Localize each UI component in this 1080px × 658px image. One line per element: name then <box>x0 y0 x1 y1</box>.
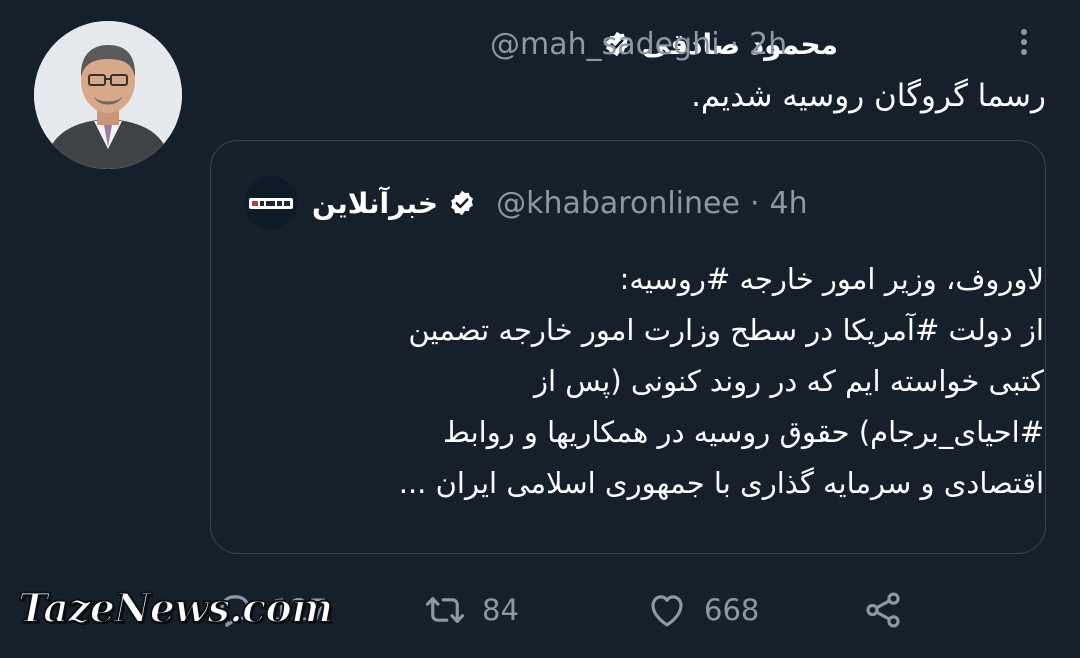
tweet-text: رسما گروگان روسیه شدیم. <box>691 78 1046 114</box>
retweet-icon <box>425 597 465 623</box>
tweet-time[interactable]: 2h <box>749 27 787 62</box>
quote-time[interactable]: 4h <box>770 186 808 221</box>
quote-text-line: #احیای_برجام) حقوق روسیه در همکاریها و ر… <box>443 415 1044 449</box>
author-handle[interactable]: @mah_sadeghi <box>490 27 720 62</box>
quote-author-avatar[interactable] <box>244 176 298 230</box>
share-icon <box>866 592 900 628</box>
quote-author-name[interactable]: خبرآنلاین <box>312 187 438 220</box>
meta-separator: · <box>749 185 760 221</box>
quote-text-line: لاوروف، وزیر امور خارجه #روسیه: <box>619 262 1044 296</box>
retweet-count: 84 <box>482 593 519 627</box>
watermark: TazeNews.com <box>17 584 334 633</box>
quote-author-handle[interactable]: @khabaronlinee <box>496 186 740 221</box>
like-icon <box>651 595 683 627</box>
khabaronline-logo <box>244 176 298 230</box>
tweet-meta: @mah_sadeghi · 2h <box>490 22 787 66</box>
verified-badge-icon <box>448 189 476 217</box>
quote-text: لاوروف، وزیر امور خارجه #روسیه: از دولت … <box>264 254 1044 509</box>
more-options-icon[interactable] <box>1014 24 1034 60</box>
quote-header: خبرآنلاین @khabaronlinee · 4h <box>312 180 808 226</box>
quote-text-line: اقتصادی و سرمایه گذاری با جمهوری اسلامی … <box>398 466 1044 500</box>
quote-text-line: کتبی خواسته ایم که در روند کنونی (پس از <box>534 364 1044 398</box>
retweet-button[interactable]: 84 <box>424 580 519 640</box>
like-count: 668 <box>704 593 760 627</box>
quote-text-line: از دولت #آمریکا در سطح وزارت امور خارجه … <box>408 313 1044 347</box>
meta-separator: · <box>729 26 740 62</box>
author-avatar[interactable] <box>34 21 182 169</box>
like-button[interactable]: 668 <box>646 580 759 640</box>
profile-photo <box>34 21 182 169</box>
share-button[interactable] <box>862 580 904 640</box>
